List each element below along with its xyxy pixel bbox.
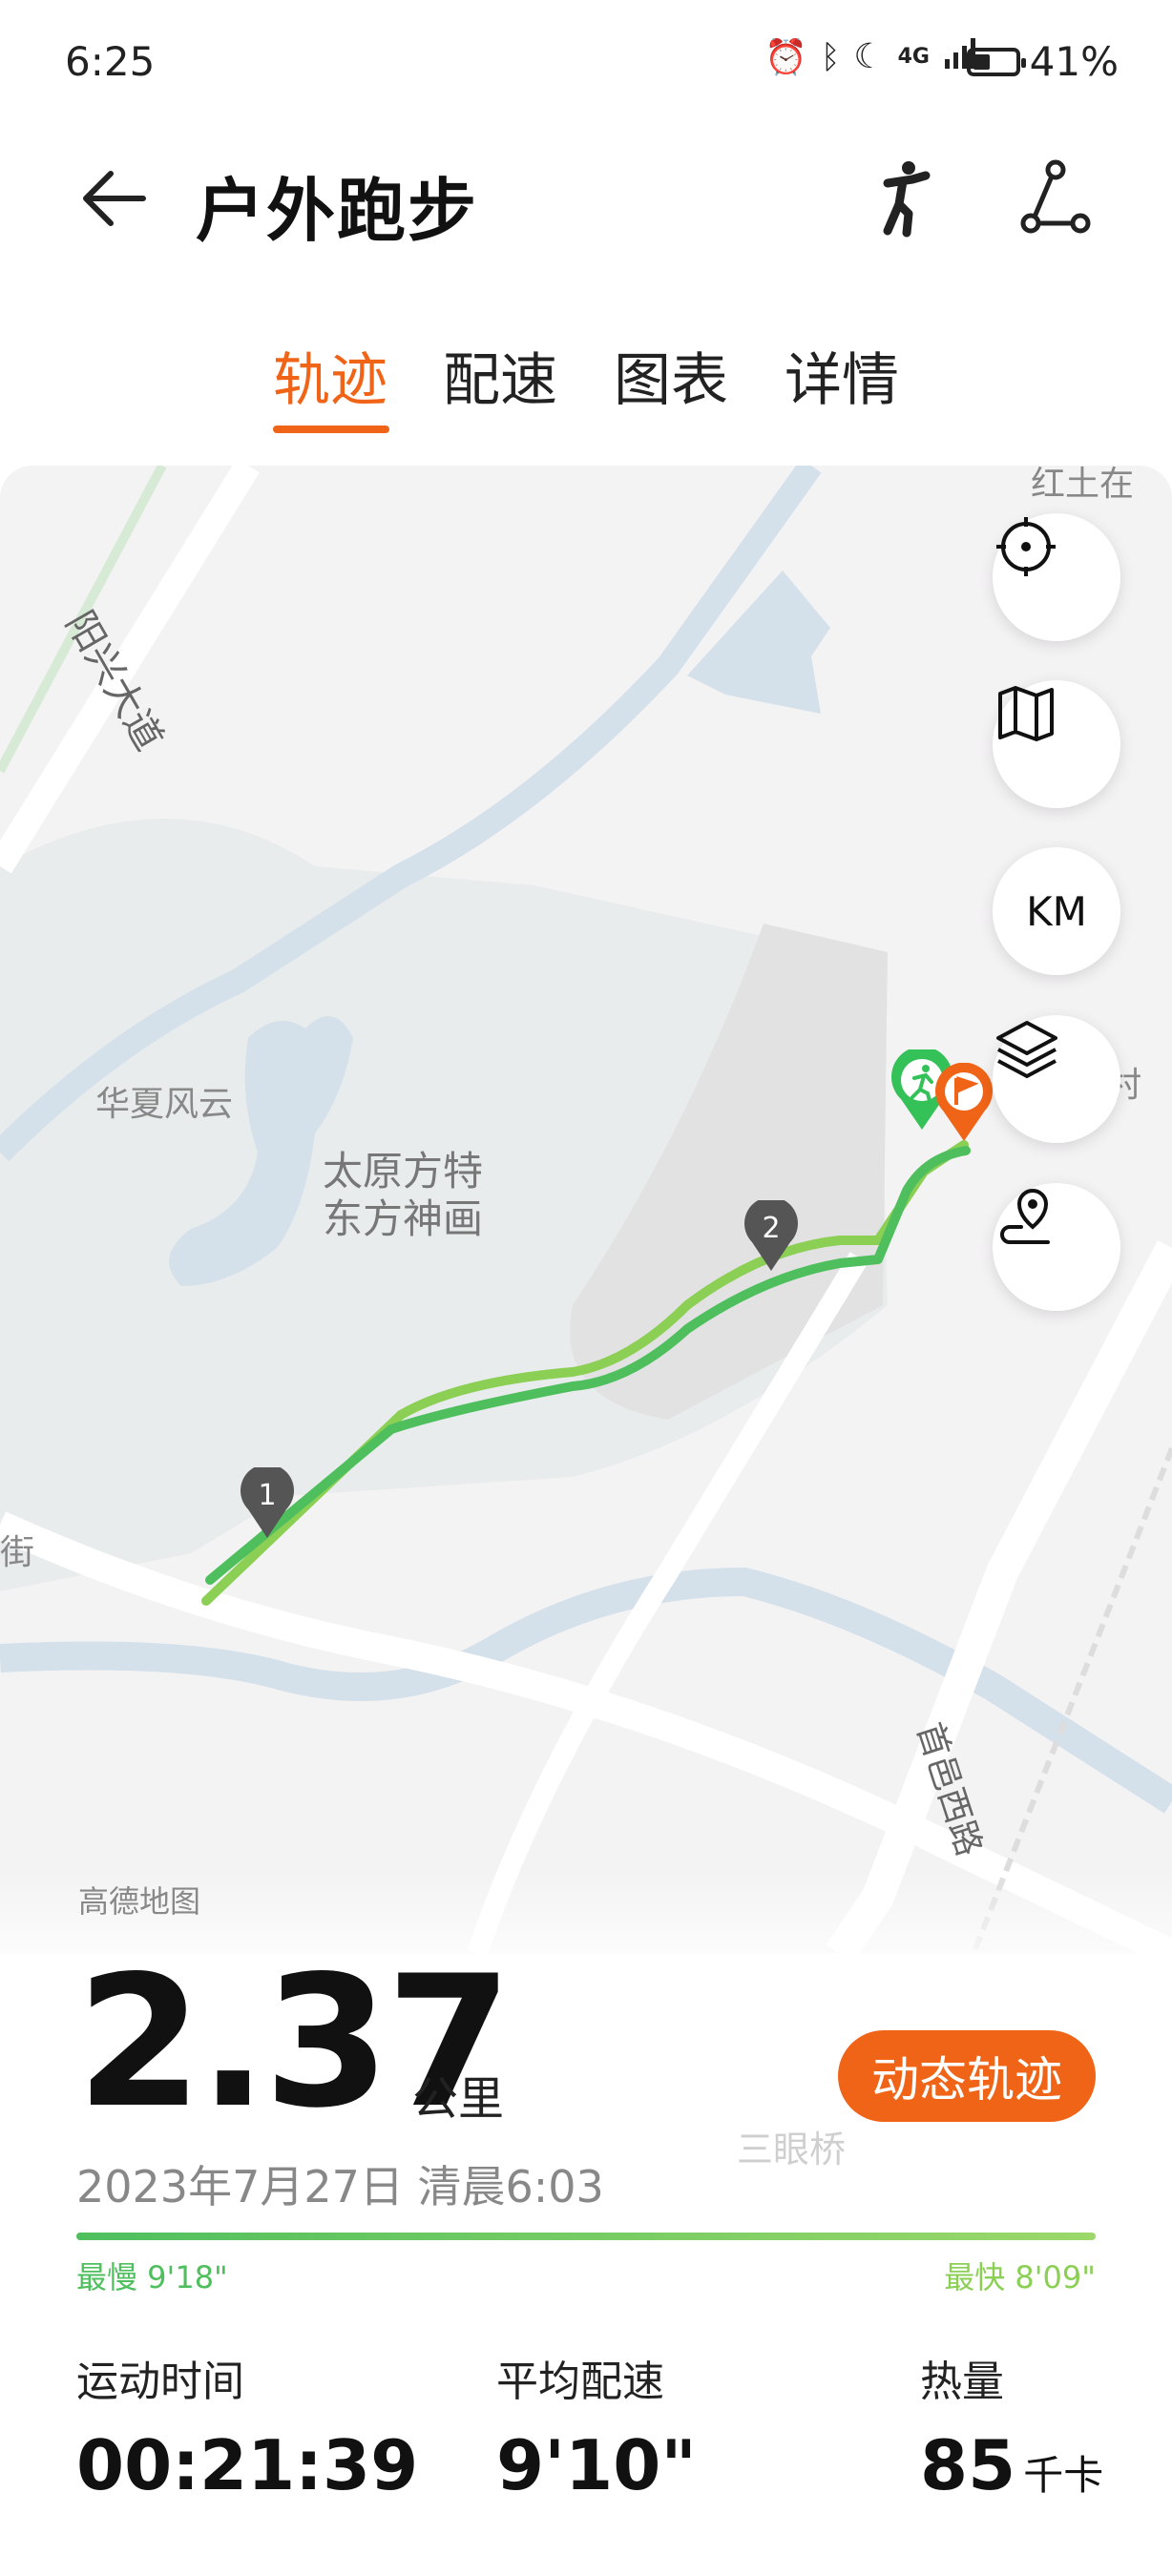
finish-marker[interactable]: [933, 1063, 994, 1143]
place-huaxia: 华夏风云: [95, 1085, 234, 1124]
tab-track[interactable]: 轨迹: [273, 334, 387, 417]
pace-label: 平均配速: [496, 2358, 664, 2406]
route-pin-icon: [1000, 1188, 1050, 1244]
road-shouyi: [826, 1240, 1172, 1954]
dynamic-track-button[interactable]: 动态轨迹: [838, 2030, 1096, 2122]
unit-button[interactable]: KM: [993, 847, 1120, 975]
place-park-line2: 东方神画: [323, 1195, 484, 1242]
pace-value: 9'10": [496, 2425, 697, 2505]
pace-gradient-bar: [76, 2233, 1096, 2240]
arrow-left-icon: [83, 171, 146, 226]
stat-duration: 运动时间 00:21:39: [76, 2347, 418, 2505]
tab-details[interactable]: 详情: [785, 334, 899, 417]
network-label: 4G: [897, 45, 930, 69]
share-route-button[interactable]: [1012, 155, 1098, 240]
moon-icon: ☾: [853, 37, 885, 76]
map-icon: [998, 686, 1054, 741]
locate-button[interactable]: [993, 513, 1120, 641]
marker-1-label: 1: [258, 1479, 277, 1512]
running-posture-button[interactable]: [859, 155, 945, 240]
route-button[interactable]: [993, 1183, 1120, 1311]
status-bar: 6:25 ⏰ ᛒ ☾ 4G 41%: [0, 0, 1172, 124]
tab-pace[interactable]: 配速: [443, 334, 557, 417]
place-park-line1: 太原方特: [323, 1148, 484, 1195]
route-marker-1[interactable]: 1: [239, 1467, 296, 1540]
status-time: 6:25: [65, 38, 156, 85]
map-attribution: 高德地图: [78, 1883, 201, 1920]
unit-label: KM: [1026, 887, 1087, 935]
slowest-pace: 最慢 9'18": [76, 2259, 228, 2296]
finish-flag-icon: [935, 1063, 993, 1141]
marker-2-label: 2: [762, 1212, 781, 1245]
crosshair-icon: [996, 517, 1056, 576]
distance-unit: 公里: [412, 2072, 505, 2126]
tab-chart[interactable]: 图表: [614, 334, 728, 417]
bluetooth-icon: ᛒ: [820, 37, 841, 76]
route-map[interactable]: 阳兴大道 华夏风云 太原方特 东方神画 街 首邑西路 村 红土在 1 2 KM: [0, 466, 1172, 1954]
battery-percent: 41%: [1029, 38, 1119, 85]
alarm-icon: ⏰: [764, 37, 807, 77]
calories-value: 85: [920, 2425, 1016, 2505]
tab-bar: 轨迹 配速 图表 详情: [0, 334, 1172, 439]
workout-date: 2023年7月27日 清晨6:03: [76, 2161, 604, 2212]
place-top-right: 红土在: [1031, 466, 1135, 504]
share-route-icon: [1020, 159, 1091, 234]
battery-icon: [966, 47, 1026, 76]
battery-fill: [973, 53, 990, 70]
fastest-pace: 最快 8'09": [944, 2259, 1096, 2296]
back-button[interactable]: [76, 160, 153, 237]
place-bridge: 三眼桥: [737, 2129, 847, 2171]
duration-label: 运动时间: [76, 2358, 244, 2406]
layers-icon: [996, 1021, 1057, 1078]
header: 户外跑步: [0, 134, 1172, 258]
stat-pace: 平均配速 9'10": [496, 2347, 697, 2505]
place-jie: 街: [0, 1533, 35, 1572]
calories-row: 85 千卡: [920, 2425, 1103, 2505]
calories-unit: 千卡: [1023, 2452, 1104, 2499]
calories-label: 热量: [920, 2358, 1004, 2406]
route-marker-2[interactable]: 2: [743, 1200, 800, 1273]
map-type-button[interactable]: [993, 680, 1120, 808]
battery-indicator: 41%: [966, 38, 1119, 85]
status-icons: ⏰ ᛒ ☾ 4G: [764, 36, 981, 77]
page-title: 户外跑步: [196, 171, 479, 251]
running-posture-icon: [883, 161, 931, 238]
layers-button[interactable]: [993, 1015, 1120, 1143]
tab-active-indicator: [273, 426, 389, 433]
stat-calories: 热量 85 千卡: [920, 2347, 1103, 2505]
duration-value: 00:21:39: [76, 2425, 419, 2505]
